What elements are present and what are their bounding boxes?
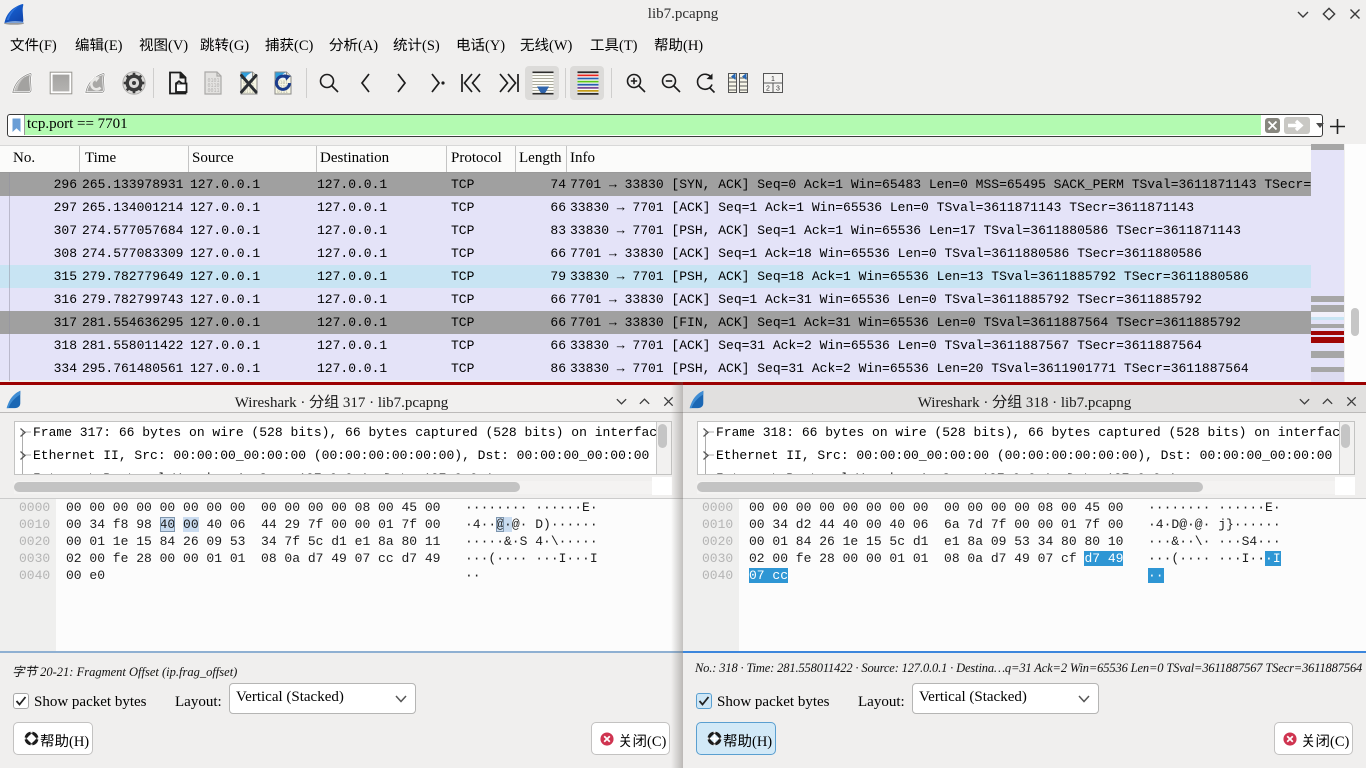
svg-text:1: 1: [771, 76, 775, 83]
svg-text:0011: 0011: [208, 88, 220, 94]
svg-text:2: 2: [766, 86, 770, 93]
svg-text:3: 3: [776, 86, 780, 93]
